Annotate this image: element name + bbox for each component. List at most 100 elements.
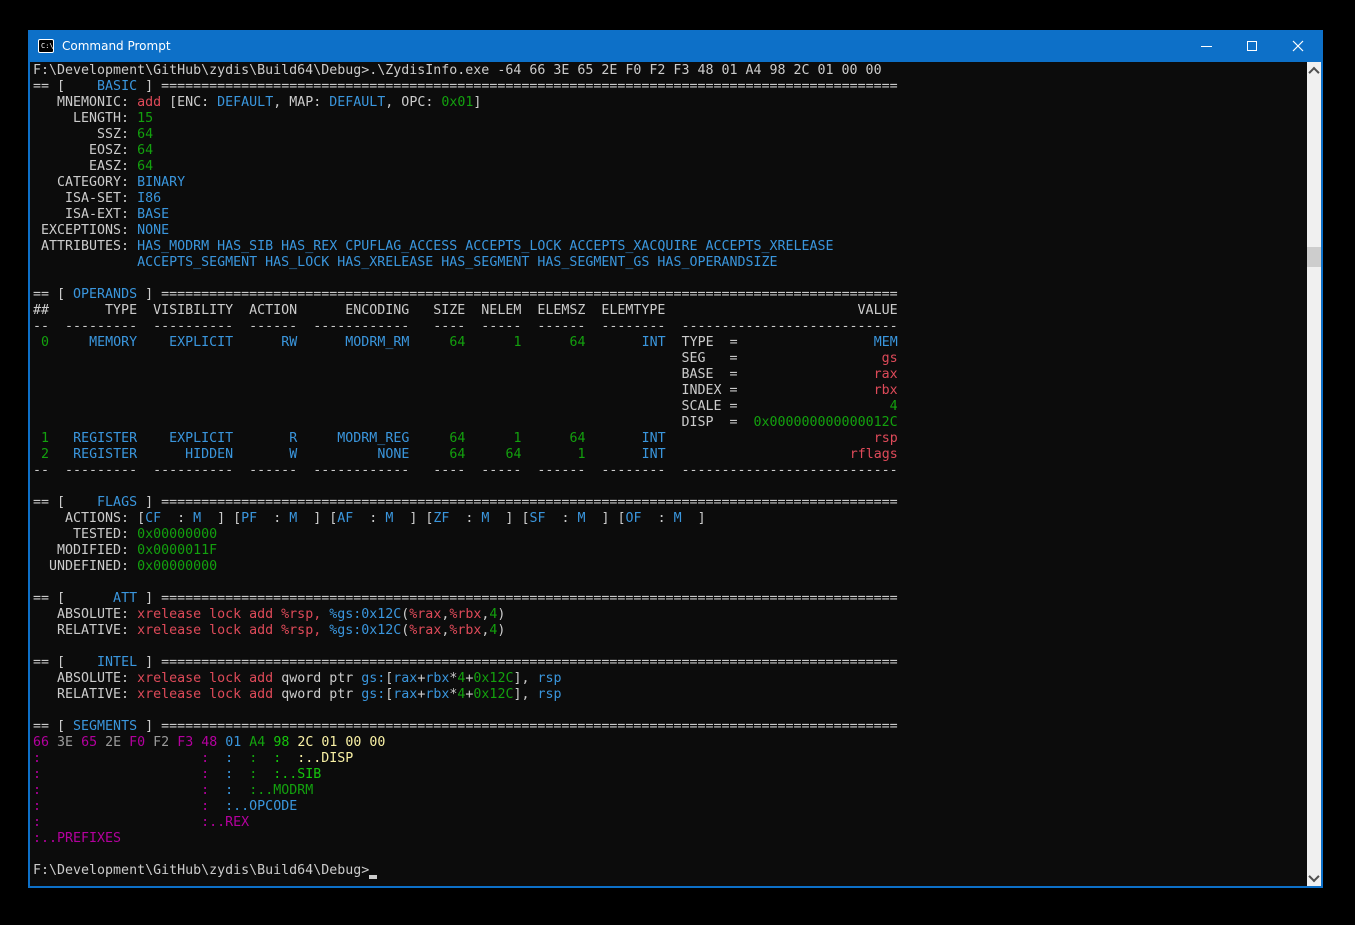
terminal-line: ISA-EXT: BASE (33, 207, 1307, 223)
terminal-line: : : : : : :..DISP (33, 751, 1307, 767)
terminal-line: ISA-SET: I86 (33, 191, 1307, 207)
text-segment: ] (137, 495, 161, 510)
text-segment: %rbx (449, 607, 481, 622)
chevron-up-icon (1308, 66, 1319, 77)
terminal-line: SEG = gs (33, 351, 1307, 367)
text-segment: rsp (537, 671, 561, 686)
text-segment: : (201, 799, 209, 814)
text-segment: == [ (33, 591, 73, 606)
text-segment: ] (137, 655, 161, 670)
text-segment: INDEX = (681, 383, 737, 398)
chevron-down-icon (1308, 870, 1319, 881)
text-segment: 98 (273, 735, 289, 750)
terminal-line: MODIFIED: 0x0000011F (33, 543, 1307, 559)
text-segment (49, 447, 73, 462)
text-segment: == [ (33, 495, 73, 510)
minimize-button[interactable] (1183, 30, 1229, 62)
text-segment: BINARY (137, 175, 185, 190)
terminal-line: == [ OPERANDS ] ========================… (33, 287, 1307, 303)
scroll-up-button[interactable] (1307, 62, 1321, 79)
text-segment: 64 (449, 335, 465, 350)
text-segment: %rbx (449, 623, 481, 638)
terminal-line (33, 479, 1307, 495)
text-segment: :..OPCODE (225, 799, 297, 814)
terminal-line: == [ BASIC ] ===========================… (33, 79, 1307, 95)
text-segment: : (225, 751, 233, 766)
text-segment: ], (513, 687, 537, 702)
text-segment: == [ (33, 79, 73, 94)
text-segment (666, 447, 850, 462)
vertical-scrollbar[interactable] (1307, 62, 1321, 886)
terminal-line: INDEX = rbx (33, 383, 1307, 399)
text-segment: ] [ (201, 511, 241, 526)
text-segment: F:\Development\GitHub\zydis\Build64\Debu… (33, 863, 369, 878)
text-segment: ATTRIBUTES: (33, 239, 137, 254)
text-segment: : (33, 815, 41, 830)
maximize-button[interactable] (1229, 30, 1275, 62)
text-segment: , MAP: (273, 95, 329, 110)
terminal-output: F:\Development\GitHub\zydis\Build64\Debu… (30, 62, 1307, 879)
text-segment: REGISTER (73, 431, 137, 446)
text-segment: ] (682, 511, 706, 526)
text-segment: MODRM_REG (337, 431, 409, 446)
terminal-line: ACTIONS: [CF : M ] [PF : M ] [AF : M ] [… (33, 511, 1307, 527)
terminal-line: SCALE = 4 (33, 399, 1307, 415)
terminal-line: DISP = 0x000000000000012C (33, 415, 1307, 431)
text-segment: ========================================… (161, 591, 898, 606)
text-segment: M (578, 511, 586, 526)
text-segment: rsp (537, 687, 561, 702)
text-segment: F2 (153, 735, 169, 750)
text-segment: -- --------- ---------- ------ ---------… (33, 463, 898, 478)
text-segment: ) (497, 607, 505, 622)
text-segment: ] (473, 95, 481, 110)
titlebar[interactable]: C:\ Command Prompt (30, 30, 1321, 62)
terminal-line: F:\Development\GitHub\zydis\Build64\Debu… (33, 863, 1307, 879)
text-segment: INT (642, 447, 666, 462)
text-segment (409, 431, 449, 446)
text-segment (169, 735, 177, 750)
text-segment: :..PREFIXES (33, 831, 121, 846)
text-segment: xrelease lock add (137, 687, 281, 702)
text-segment (666, 431, 874, 446)
text-segment (737, 383, 873, 398)
text-segment: 3E (57, 735, 73, 750)
text-segment: rbx (425, 687, 449, 702)
text-segment (465, 447, 505, 462)
text-segment: :..SIB (273, 767, 321, 782)
terminal-line: ## TYPE VISIBILITY ACTION ENCODING SIZE … (33, 303, 1307, 319)
scroll-down-button[interactable] (1307, 869, 1321, 886)
terminal-line: : : : :..MODRM (33, 783, 1307, 799)
text-segment: [ENC: (161, 95, 217, 110)
text-segment (465, 335, 513, 350)
text-segment (297, 431, 337, 446)
minimize-icon (1201, 46, 1212, 47)
terminal-area[interactable]: F:\Development\GitHub\zydis\Build64\Debu… (30, 62, 1307, 886)
text-segment: EXCEPTIONS: (33, 223, 137, 238)
text-segment: ] [ (393, 511, 433, 526)
terminal-line: 0 MEMORY EXPLICIT RW MODRM_RM 64 1 64 IN… (33, 335, 1307, 351)
text-segment: : (249, 751, 257, 766)
terminal-line: ABSOLUTE: xrelease lock add qword ptr gs… (33, 671, 1307, 687)
terminal-line: -- --------- ---------- ------ ---------… (33, 463, 1307, 479)
text-segment: 4 (890, 399, 898, 414)
text-segment: ========================================… (161, 287, 898, 302)
scrollbar-thumb[interactable] (1307, 247, 1321, 267)
text-segment: I86 (137, 191, 161, 206)
text-segment: DISP = (681, 415, 753, 430)
text-segment: PF (241, 511, 257, 526)
text-segment: BASE (137, 207, 169, 222)
text-segment: MODIFIED: (33, 543, 137, 558)
text-segment: %rax (409, 623, 441, 638)
text-segment: 0x00000000 (137, 527, 217, 542)
text-segment (297, 335, 345, 350)
text-segment: rflags (850, 447, 898, 462)
text-segment: : (33, 751, 41, 766)
text-segment: gs (882, 351, 898, 366)
close-button[interactable] (1275, 30, 1321, 62)
text-segment: 64 (570, 335, 586, 350)
text-segment (233, 447, 289, 462)
text-segment (121, 735, 129, 750)
terminal-line (33, 639, 1307, 655)
text-segment (145, 735, 153, 750)
terminal-line: RELATIVE: xrelease lock add qword ptr gs… (33, 687, 1307, 703)
